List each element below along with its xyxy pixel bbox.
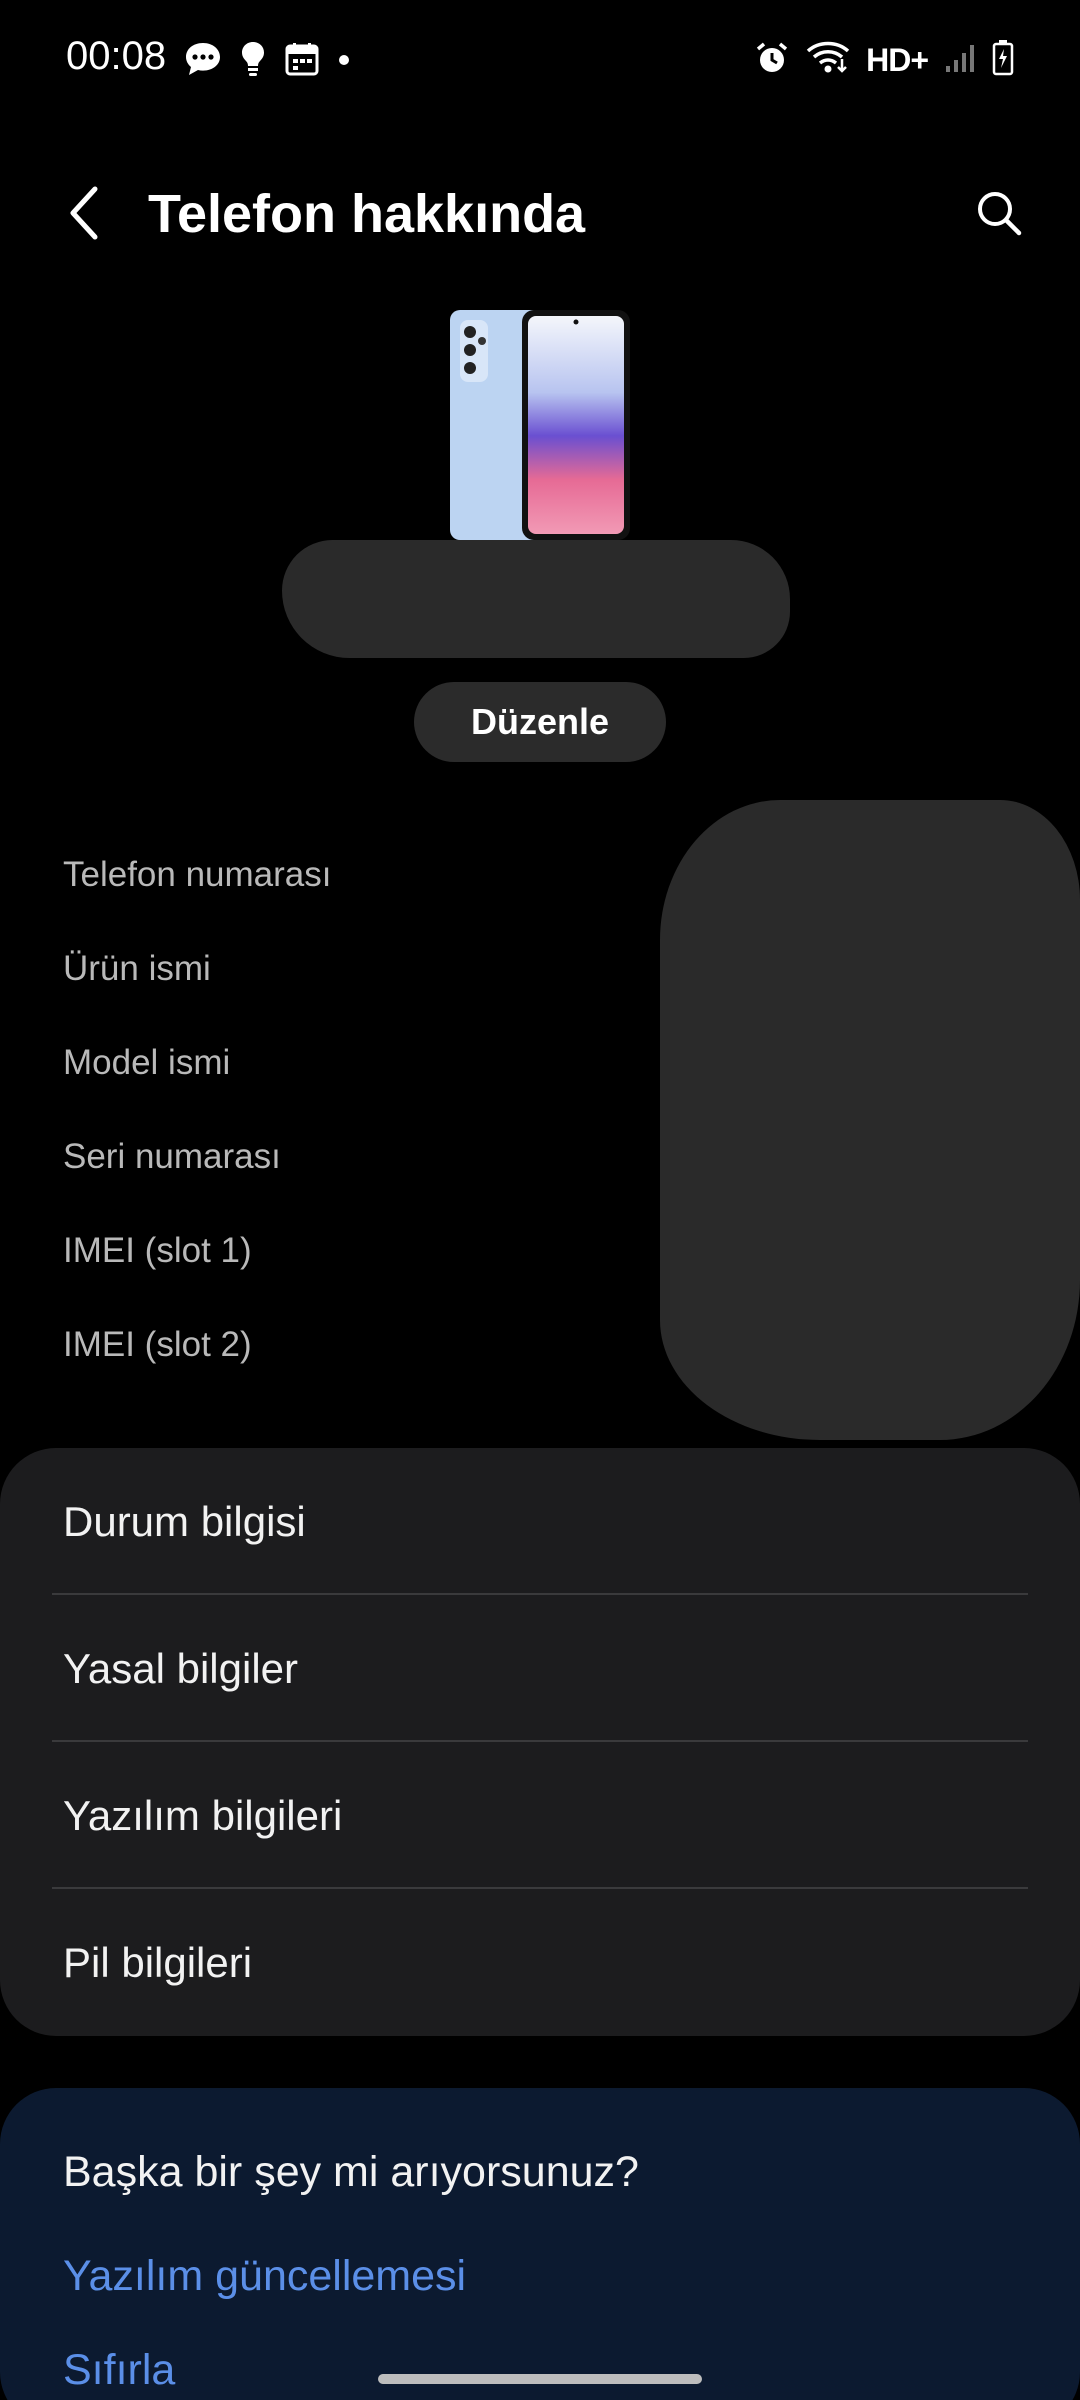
info-row-model-name: Model ismi [63, 1043, 231, 1082]
menu-item-label: Durum bilgisi [63, 1497, 306, 1545]
app-header: Telefon hakkında [0, 150, 1080, 280]
status-bar: 00:08 HD+ [0, 0, 1080, 120]
network-type-label: HD+ [866, 42, 929, 78]
redacted-device-name [282, 540, 790, 658]
menu-item-label: Pil bilgileri [63, 1938, 253, 1986]
battery-icon [992, 40, 1014, 81]
menu-item-legal-info[interactable]: Yasal bilgiler [0, 1595, 1080, 1742]
dot-icon [338, 53, 350, 71]
chevron-left-icon [65, 185, 105, 246]
signal-icon [944, 42, 976, 79]
gesture-nav-handle[interactable] [378, 2374, 702, 2384]
info-row-phone-number: Telefon numarası [63, 855, 332, 894]
alarm-icon [754, 40, 790, 81]
suggestion-card: Başka bir şey mi arıyorsunuz? Yazılım gü… [0, 2088, 1080, 2400]
suggestion-title: Başka bir şey mi arıyorsunuz? [63, 2148, 639, 2196]
back-button[interactable] [50, 180, 120, 250]
menu-item-battery-info[interactable]: Pil bilgileri [0, 1889, 1080, 2036]
device-image [448, 308, 632, 542]
software-update-link[interactable]: Yazılım güncellemesi [63, 2252, 466, 2301]
info-row-serial-number: Seri numarası [63, 1137, 281, 1176]
info-row-product-name: Ürün ismi [63, 949, 211, 988]
menu-item-status-info[interactable]: Durum bilgisi [0, 1448, 1080, 1595]
lightbulb-icon [240, 40, 266, 83]
redacted-info-values [660, 800, 1080, 1440]
search-button[interactable] [964, 180, 1034, 250]
info-row-imei-slot1: IMEI (slot 1) [63, 1231, 252, 1270]
status-time: 00:08 [66, 34, 167, 78]
about-menu-card: Durum bilgisi Yasal bilgiler Yazılım bil… [0, 1448, 1080, 2036]
system-status-icons: HD+ [754, 40, 1014, 81]
notification-icons [184, 40, 350, 83]
about-phone-screen: 00:08 HD+ Telefon hakkında Düzenle Telef… [0, 0, 1080, 2400]
page-title: Telefon hakkında [148, 184, 586, 244]
menu-item-software-info[interactable]: Yazılım bilgileri [0, 1742, 1080, 1889]
chat-bubble-icon [184, 41, 222, 82]
search-icon [974, 188, 1024, 243]
wifi-icon [806, 41, 850, 80]
info-row-imei-slot2: IMEI (slot 2) [63, 1325, 252, 1364]
edit-button[interactable]: Düzenle [414, 682, 666, 762]
menu-item-label: Yasal bilgiler [63, 1644, 298, 1692]
reset-link[interactable]: Sıfırla [63, 2346, 175, 2395]
menu-item-label: Yazılım bilgileri [63, 1791, 343, 1839]
device-info-list: Telefon numarası Ürün ismi Model ismi Se… [63, 828, 663, 1392]
calendar-icon [284, 41, 320, 82]
